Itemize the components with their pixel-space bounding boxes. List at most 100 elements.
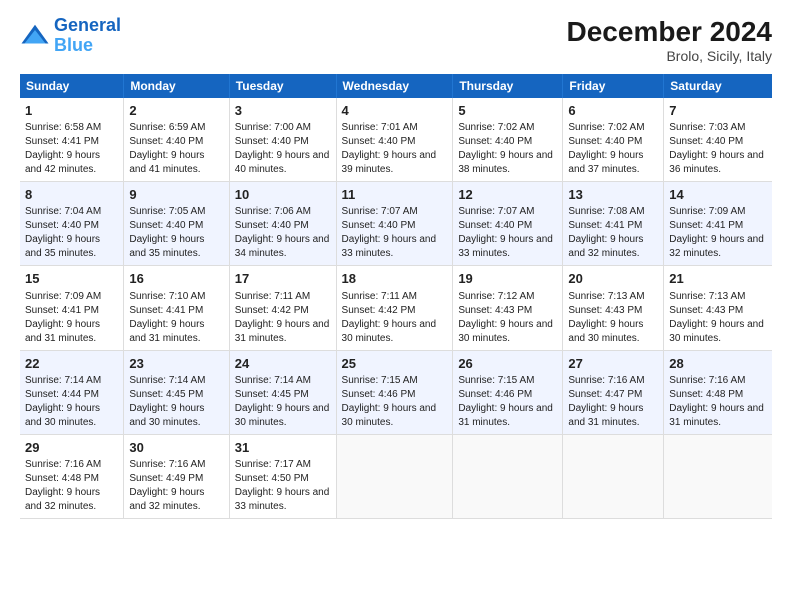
calendar-cell: 9Sunrise: 7:05 AMSunset: 4:40 PMDaylight… xyxy=(124,182,229,266)
day-number: 24 xyxy=(235,355,331,373)
calendar-cell: 19Sunrise: 7:12 AMSunset: 4:43 PMDayligh… xyxy=(453,266,563,350)
day-number: 19 xyxy=(458,270,557,288)
day-number: 25 xyxy=(342,355,448,373)
calendar-cell: 20Sunrise: 7:13 AMSunset: 4:43 PMDayligh… xyxy=(563,266,664,350)
day-number: 17 xyxy=(235,270,331,288)
calendar-cell: 11Sunrise: 7:07 AMSunset: 4:40 PMDayligh… xyxy=(336,182,453,266)
day-number: 22 xyxy=(25,355,118,373)
day-number: 11 xyxy=(342,186,448,204)
calendar-body: 1Sunrise: 6:58 AMSunset: 4:41 PMDaylight… xyxy=(20,98,772,518)
day-number: 28 xyxy=(669,355,767,373)
daylight: Daylight: 9 hours and 33 minutes. xyxy=(458,234,553,259)
sunrise: Sunrise: 7:08 AM xyxy=(568,206,644,217)
day-number: 13 xyxy=(568,186,658,204)
sunrise: Sunrise: 7:06 AM xyxy=(235,206,311,217)
day-number: 7 xyxy=(669,102,767,120)
sunset: Sunset: 4:40 PM xyxy=(342,136,416,147)
sunset: Sunset: 4:40 PM xyxy=(235,136,309,147)
sunset: Sunset: 4:40 PM xyxy=(129,136,203,147)
daylight: Daylight: 9 hours and 32 minutes. xyxy=(129,487,204,512)
column-header-wednesday: Wednesday xyxy=(336,74,453,98)
sunset: Sunset: 4:48 PM xyxy=(669,389,743,400)
day-number: 26 xyxy=(458,355,557,373)
week-row-1: 1Sunrise: 6:58 AMSunset: 4:41 PMDaylight… xyxy=(20,98,772,182)
day-number: 21 xyxy=(669,270,767,288)
daylight: Daylight: 9 hours and 32 minutes. xyxy=(568,234,643,259)
daylight: Daylight: 9 hours and 30 minutes. xyxy=(669,319,764,344)
sunset: Sunset: 4:40 PM xyxy=(129,220,203,231)
daylight: Daylight: 9 hours and 39 minutes. xyxy=(342,150,437,175)
daylight: Daylight: 9 hours and 30 minutes. xyxy=(25,403,100,428)
day-number: 9 xyxy=(129,186,223,204)
sunrise: Sunrise: 7:16 AM xyxy=(669,375,745,386)
calendar-cell: 8Sunrise: 7:04 AMSunset: 4:40 PMDaylight… xyxy=(20,182,124,266)
sunset: Sunset: 4:43 PM xyxy=(568,305,642,316)
sunrise: Sunrise: 7:16 AM xyxy=(568,375,644,386)
calendar-cell: 5Sunrise: 7:02 AMSunset: 4:40 PMDaylight… xyxy=(453,98,563,182)
page: General Blue December 2024 Brolo, Sicily… xyxy=(0,0,792,612)
day-number: 29 xyxy=(25,439,118,457)
sunset: Sunset: 4:41 PM xyxy=(25,305,99,316)
sunset: Sunset: 4:41 PM xyxy=(129,305,203,316)
calendar-cell: 22 Sunrise: 7:14 AM Sunset: 4:44 PM Dayligh… xyxy=(20,350,124,434)
sunrise: Sunrise: 7:12 AM xyxy=(458,291,534,302)
column-header-sunday: Sunday xyxy=(20,74,124,98)
daylight: Daylight: 9 hours and 32 minutes. xyxy=(25,487,100,512)
sunrise: Sunrise: 7:00 AM xyxy=(235,122,311,133)
day-number: 14 xyxy=(669,186,767,204)
column-header-thursday: Thursday xyxy=(453,74,563,98)
daylight: Daylight: 9 hours and 33 minutes. xyxy=(342,234,437,259)
calendar-cell: 2Sunrise: 6:59 AMSunset: 4:40 PMDaylight… xyxy=(124,98,229,182)
title-block: December 2024 Brolo, Sicily, Italy xyxy=(567,16,772,64)
sunset: Sunset: 4:43 PM xyxy=(458,305,532,316)
sunrise: Sunrise: 7:16 AM xyxy=(25,459,101,470)
daylight: Daylight: 9 hours and 31 minutes. xyxy=(235,319,330,344)
day-number: 6 xyxy=(568,102,658,120)
daylight: Daylight: 9 hours and 30 minutes. xyxy=(568,319,643,344)
column-header-tuesday: Tuesday xyxy=(229,74,336,98)
daylight: Daylight: 9 hours and 31 minutes. xyxy=(669,403,764,428)
daylight: Daylight: 9 hours and 31 minutes. xyxy=(568,403,643,428)
column-header-saturday: Saturday xyxy=(664,74,772,98)
week-row-2: 8Sunrise: 7:04 AMSunset: 4:40 PMDaylight… xyxy=(20,182,772,266)
sunset: Sunset: 4:45 PM xyxy=(129,389,203,400)
calendar-cell: 7Sunrise: 7:03 AMSunset: 4:40 PMDaylight… xyxy=(664,98,772,182)
daylight: Daylight: 9 hours and 41 minutes. xyxy=(129,150,204,175)
sunrise: Sunrise: 7:14 AM xyxy=(129,375,205,386)
sunrise: Sunrise: 7:16 AM xyxy=(129,459,205,470)
calendar-cell: 31Sunrise: 7:17 AMSunset: 4:50 PMDayligh… xyxy=(229,434,336,518)
calendar-cell: 23Sunrise: 7:14 AMSunset: 4:45 PMDayligh… xyxy=(124,350,229,434)
daylight: Daylight: 9 hours and 35 minutes. xyxy=(25,234,100,259)
calendar-cell: 18Sunrise: 7:11 AMSunset: 4:42 PMDayligh… xyxy=(336,266,453,350)
calendar-cell: 10Sunrise: 7:06 AMSunset: 4:40 PMDayligh… xyxy=(229,182,336,266)
sunrise: Sunrise: 7:10 AM xyxy=(129,291,205,302)
sunset: Sunset: 4:44 PM xyxy=(25,389,99,400)
daylight: Daylight: 9 hours and 40 minutes. xyxy=(235,150,330,175)
sunrise: Sunrise: 7:09 AM xyxy=(25,291,101,302)
week-row-4: 22 Sunrise: 7:14 AM Sunset: 4:44 PM Dayligh… xyxy=(20,350,772,434)
sunrise: Sunrise: 7:09 AM xyxy=(669,206,745,217)
calendar-cell: 29Sunrise: 7:16 AMSunset: 4:48 PMDayligh… xyxy=(20,434,124,518)
sunset: Sunset: 4:46 PM xyxy=(342,389,416,400)
sunrise: Sunrise: 7:02 AM xyxy=(568,122,644,133)
calendar-cell: 14Sunrise: 7:09 AMSunset: 4:41 PMDayligh… xyxy=(664,182,772,266)
header: General Blue December 2024 Brolo, Sicily… xyxy=(20,16,772,64)
calendar-cell: 30Sunrise: 7:16 AMSunset: 4:49 PMDayligh… xyxy=(124,434,229,518)
daylight: Daylight: 9 hours and 36 minutes. xyxy=(669,150,764,175)
calendar-cell: 6Sunrise: 7:02 AMSunset: 4:40 PMDaylight… xyxy=(563,98,664,182)
day-number: 27 xyxy=(568,355,658,373)
sunrise: Sunrise: 7:15 AM xyxy=(458,375,534,386)
calendar-header-row: SundayMondayTuesdayWednesdayThursdayFrid… xyxy=(20,74,772,98)
daylight: Daylight: 9 hours and 30 minutes. xyxy=(342,403,437,428)
daylight: Daylight: 9 hours and 31 minutes. xyxy=(25,319,100,344)
calendar-cell: 13Sunrise: 7:08 AMSunset: 4:41 PMDayligh… xyxy=(563,182,664,266)
sunrise: Sunrise: 6:59 AM xyxy=(129,122,205,133)
calendar-cell: 26Sunrise: 7:15 AMSunset: 4:46 PMDayligh… xyxy=(453,350,563,434)
sunset: Sunset: 4:41 PM xyxy=(25,136,99,147)
day-number: 10 xyxy=(235,186,331,204)
sunrise: Sunrise: 7:14 AM xyxy=(25,375,101,386)
sunrise: Sunrise: 7:07 AM xyxy=(342,206,418,217)
day-number: 20 xyxy=(568,270,658,288)
calendar-cell xyxy=(563,434,664,518)
day-number: 3 xyxy=(235,102,331,120)
